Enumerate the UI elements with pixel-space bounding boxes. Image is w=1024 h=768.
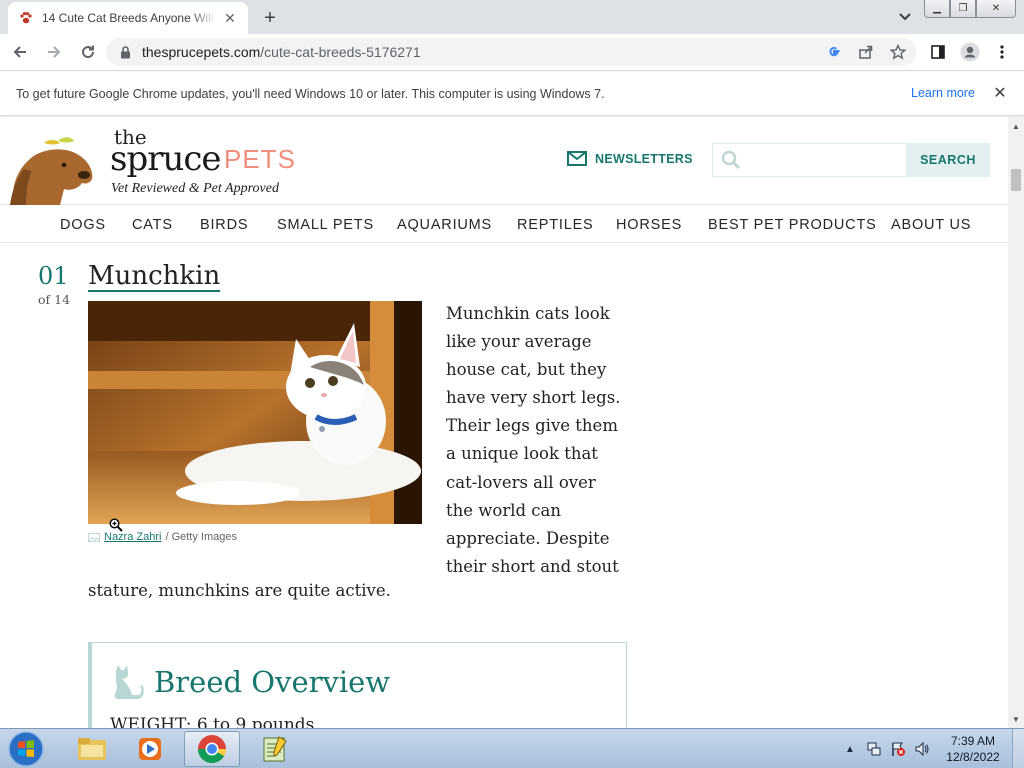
nav-item-birds[interactable]: BIRDS <box>200 217 248 233</box>
browser-tab[interactable]: 14 Cute Cat Breeds Anyone Will Love ✕ <box>8 2 248 34</box>
side-panel-icon[interactable] <box>926 38 950 66</box>
window-close-icon[interactable]: ✕ <box>976 0 1016 18</box>
paw-icon <box>18 10 34 26</box>
body-line: like your average <box>446 332 592 352</box>
cat-silhouette-icon <box>114 665 144 699</box>
close-icon[interactable]: ✕ <box>222 10 238 26</box>
clock-time: 7:39 AM <box>950 734 996 748</box>
infobar-message: To get future Google Chrome updates, you… <box>16 86 605 101</box>
lock-icon[interactable] <box>118 45 132 59</box>
zoom-in-cursor-icon <box>109 518 123 532</box>
address-bar[interactable]: thesprucepets.com/cute-cat-breeds-517627… <box>106 38 916 66</box>
taskbar-media-player[interactable] <box>122 731 178 767</box>
search-icon <box>721 150 741 170</box>
newsletter-label: NEWSLETTERS <box>595 151 693 166</box>
nav-item-aquariums[interactable]: AQUARIUMS <box>397 217 492 233</box>
newsletter-link[interactable]: NEWSLETTERS <box>567 151 693 166</box>
body-line: their short and stout <box>446 556 619 576</box>
chrome-icon <box>198 735 226 763</box>
photo-credit-source: / Getty Images <box>165 531 237 543</box>
menu-icon[interactable] <box>990 38 1014 66</box>
photo-credit-link[interactable]: Nazra Zahri <box>104 531 161 543</box>
reload-icon[interactable] <box>74 38 102 66</box>
tab-strip: 14 Cute Cat Breeds Anyone Will Love ✕ + … <box>0 0 1024 34</box>
tab-title: 14 Cute Cat Breeds Anyone Will Love <box>42 11 216 25</box>
forward-icon[interactable] <box>40 38 68 66</box>
star-icon[interactable] <box>888 42 908 62</box>
taskbar-explorer[interactable] <box>64 731 120 767</box>
show-hidden-icons-icon[interactable]: ▲ <box>842 741 858 757</box>
item-of-total: of 14 <box>38 292 71 307</box>
breed-overview-box: Breed Overview WEIGHT: 6 to 9 pounds <box>88 642 627 728</box>
nav-item-small-pets[interactable]: SMALL PETS <box>277 217 374 233</box>
windows-taskbar: ▲ 7:39 AM 12/8/2022 <box>0 728 1024 768</box>
body-line: Their legs give them <box>446 416 618 436</box>
breed-overview-weight: WEIGHT: 6 to 9 pounds <box>110 715 315 728</box>
scroll-down-icon[interactable]: ▼ <box>1008 712 1024 726</box>
body-line: a unique look that <box>446 444 598 464</box>
nav-item-cats[interactable]: CATS <box>132 217 173 233</box>
media-player-icon <box>139 738 161 760</box>
restore-icon[interactable]: ❐ <box>950 0 976 18</box>
taskbar-clock[interactable]: 7:39 AM 12/8/2022 <box>942 733 1004 765</box>
volume-icon[interactable] <box>914 741 930 757</box>
dog-logo-icon[interactable] <box>4 129 100 205</box>
logo-pets[interactable]: PETS <box>224 144 296 175</box>
body-line: have very short legs. <box>446 388 621 408</box>
nav-item-about-us[interactable]: ABOUT US <box>891 217 971 233</box>
nav-item-dogs[interactable]: DOGS <box>60 217 106 233</box>
body-line: Munchkin cats look <box>446 304 610 323</box>
show-desktop-button[interactable] <box>1012 729 1024 768</box>
search-button[interactable]: SEARCH <box>906 143 990 177</box>
system-tray: ▲ <box>842 729 930 768</box>
body-line: the world can <box>446 500 562 520</box>
body-line: appreciate. Despite <box>446 528 610 548</box>
breed-overview-title: Breed Overview <box>154 665 391 699</box>
item-title[interactable]: Munchkin <box>88 261 220 291</box>
plus-icon[interactable]: + <box>258 6 282 30</box>
share-icon[interactable] <box>856 42 876 62</box>
taskbar-chrome[interactable] <box>184 731 240 767</box>
body-line: cat-lovers all over <box>446 472 596 492</box>
article-body: Munchkin cats look like your average hou… <box>446 300 630 581</box>
folder-icon <box>78 738 106 760</box>
envelope-icon <box>567 151 587 166</box>
photo-caption: Nazra Zahri / Getty Images <box>88 531 237 543</box>
body-line: house cat, but they <box>446 360 607 380</box>
page-viewport: the spruce PETS Vet Reviewed & Pet Appro… <box>0 117 1008 728</box>
page-scrollbar[interactable]: ▲ ▼ <box>1008 117 1024 728</box>
taskbar-notepad[interactable] <box>246 731 302 767</box>
clock-date: 12/8/2022 <box>946 750 1000 764</box>
scroll-thumb[interactable] <box>1011 169 1021 191</box>
logo-tagline: Vet Reviewed & Pet Approved <box>111 181 279 196</box>
google-icon[interactable] <box>824 42 844 62</box>
minimize-icon[interactable]: ▁ <box>924 0 950 18</box>
site-header: the spruce PETS Vet Reviewed & Pet Appro… <box>0 117 1008 205</box>
close-icon[interactable]: ✕ <box>991 84 1009 102</box>
nav-item-horses[interactable]: HORSES <box>616 217 682 233</box>
learn-more-link[interactable]: Learn more <box>911 86 975 100</box>
url-text: thesprucepets.com/cute-cat-breeds-517627… <box>142 44 421 60</box>
site-search-input[interactable] <box>712 143 908 177</box>
windows-logo-icon <box>8 731 44 767</box>
nav-item-best-pet-products[interactable]: BEST PET PRODUCTS <box>708 217 877 233</box>
update-infobar: To get future Google Chrome updates, you… <box>0 72 1024 116</box>
window-controls: ▁ ❐ ✕ <box>924 0 1016 18</box>
chevron-down-icon[interactable] <box>895 8 915 26</box>
article-body-tail: stature, munchkins are quite active. <box>88 581 391 600</box>
munchkin-cat-photo[interactable] <box>88 301 422 524</box>
start-button[interactable] <box>4 730 48 768</box>
notepad-icon <box>263 736 287 762</box>
site-nav: DOGS CATS BIRDS SMALL PETS AQUARIUMS REP… <box>0 205 1008 243</box>
profile-icon[interactable] <box>958 38 982 66</box>
network-icon[interactable] <box>866 741 882 757</box>
image-icon <box>88 532 100 542</box>
browser-toolbar: thesprucepets.com/cute-cat-breeds-517627… <box>0 34 1024 71</box>
action-center-alert-icon[interactable] <box>890 741 906 757</box>
item-number: 01 <box>38 262 69 290</box>
back-icon[interactable] <box>6 38 34 66</box>
nav-item-reptiles[interactable]: REPTILES <box>517 217 594 233</box>
scroll-up-icon[interactable]: ▲ <box>1008 119 1024 133</box>
logo-spruce[interactable]: spruce <box>110 139 222 179</box>
